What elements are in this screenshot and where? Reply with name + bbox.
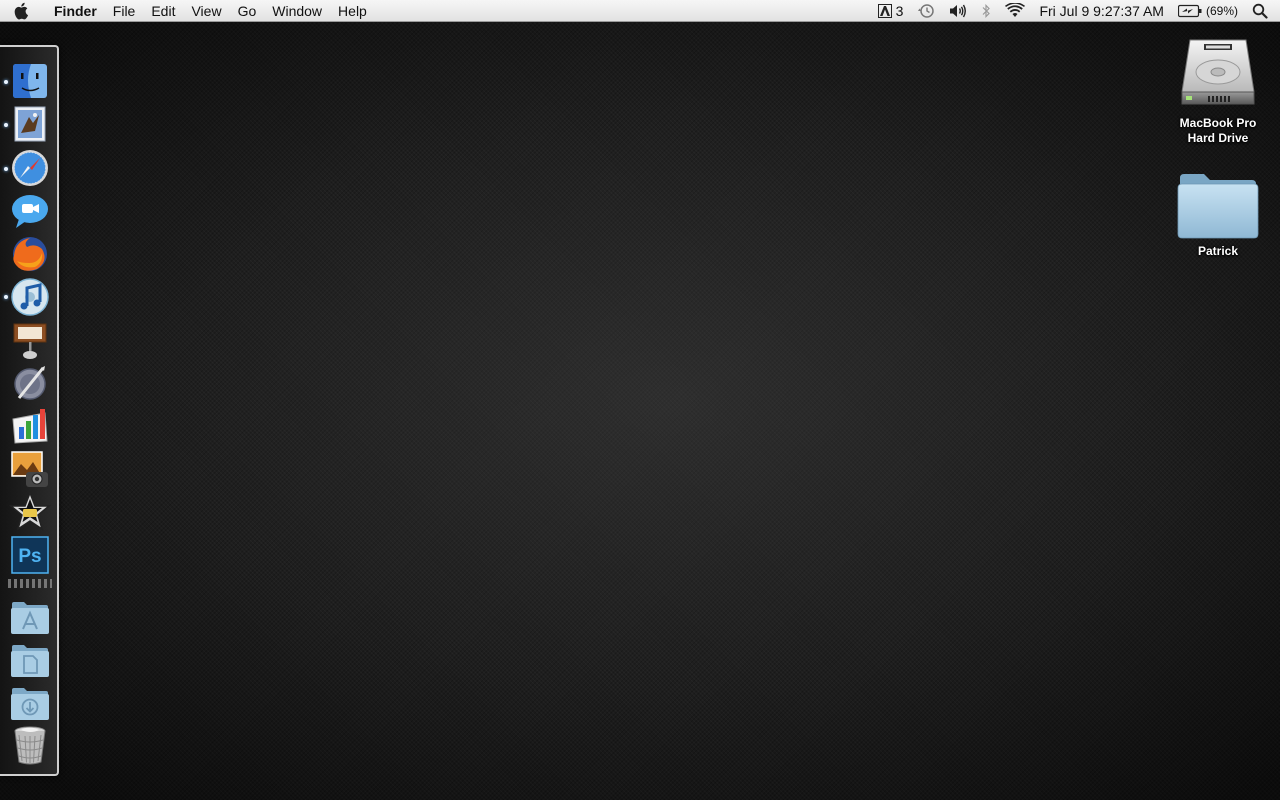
- battery-icon: [1177, 4, 1202, 17]
- safari-icon: [12, 150, 48, 186]
- trash-icon: [14, 726, 46, 765]
- adobe-update-count: 3: [895, 2, 904, 19]
- battery-percent: (69%): [1205, 3, 1238, 18]
- photoshop-icon: Ps: [11, 536, 49, 574]
- downloads-folder-icon: [11, 688, 49, 720]
- patrick-folder-label: Patrick: [1197, 244, 1239, 258]
- dock-item-documents-stack[interactable]: [9, 639, 51, 681]
- hard-drive-icon: [1181, 39, 1255, 105]
- apple-icon[interactable]: [0, 0, 44, 22]
- dock-item-safari[interactable]: [9, 147, 51, 189]
- dock-item-photoshop[interactable]: Ps: [9, 534, 51, 576]
- dock-item-ichat[interactable]: [9, 190, 51, 232]
- desktop-icon-hard-drive[interactable]: MacBook Pro Hard Drive: [1163, 32, 1273, 146]
- finder-icon: [13, 64, 47, 98]
- keynote-icon: [13, 323, 47, 359]
- hard-drive-label-line1: MacBook Pro: [1179, 116, 1257, 130]
- menu-view[interactable]: View: [183, 0, 229, 22]
- iphoto-icon: [11, 451, 48, 487]
- status-menus: 3 Fri Jul 9 9:27:37 AM (69%): [871, 0, 1280, 22]
- imovie-icon: [9, 491, 51, 531]
- applications-folder-icon: [11, 602, 49, 634]
- dock-item-applications-stack[interactable]: [9, 596, 51, 638]
- ichat-icon: [12, 195, 48, 228]
- adobe-updater-menu[interactable]: 3: [871, 0, 911, 22]
- running-indicator: [4, 295, 8, 299]
- menu-file[interactable]: File: [105, 0, 144, 22]
- itunes-icon: [11, 278, 49, 316]
- numbers-icon: [12, 409, 48, 444]
- dock-item-itunes[interactable]: [9, 276, 51, 318]
- menu-clock[interactable]: Fri Jul 9 9:27:37 AM: [1032, 0, 1171, 22]
- documents-folder-icon: [11, 645, 49, 677]
- wifi-icon[interactable]: [998, 0, 1032, 22]
- bluetooth-icon[interactable]: [974, 0, 998, 22]
- dock-item-downloads-stack[interactable]: [9, 682, 51, 724]
- running-indicator: [4, 123, 8, 127]
- battery-menu[interactable]: (69%): [1171, 0, 1245, 22]
- dock-item-trash[interactable]: [9, 724, 51, 766]
- menu-go[interactable]: Go: [230, 0, 265, 22]
- menu-bar: Finder File Edit View Go Window Help 3 F…: [0, 0, 1280, 22]
- dock-item-numbers[interactable]: [9, 405, 51, 447]
- volume-icon[interactable]: [942, 0, 974, 22]
- dock-item-script-editor[interactable]: [9, 362, 51, 404]
- dock-item-finder[interactable]: [9, 60, 51, 102]
- running-indicator: [4, 167, 8, 171]
- dock-item-keynote[interactable]: [9, 319, 51, 361]
- menu-app-finder[interactable]: Finder: [44, 0, 105, 22]
- time-machine-icon[interactable]: [910, 0, 942, 22]
- dock-item-iphoto[interactable]: [9, 448, 51, 490]
- folder-icon: [1177, 174, 1259, 239]
- hard-drive-label-line2: Hard Drive: [1187, 131, 1249, 145]
- menu-window[interactable]: Window: [264, 0, 330, 22]
- adobe-updater-icon: [877, 3, 892, 18]
- desktop-icon-patrick[interactable]: Patrick: [1163, 170, 1273, 259]
- hard-drive-label: MacBook Pro Hard Drive: [1180, 116, 1257, 146]
- firefox-icon: [13, 237, 47, 271]
- script-editor-icon: [14, 366, 46, 400]
- dock-item-firefox[interactable]: [9, 233, 51, 275]
- running-indicator: [4, 80, 8, 84]
- dock-separator: [8, 579, 52, 588]
- menu-edit[interactable]: Edit: [143, 0, 183, 22]
- menu-help[interactable]: Help: [330, 0, 375, 22]
- mail-icon: [14, 106, 46, 142]
- dock: Ps: [0, 45, 59, 776]
- dock-item-mail[interactable]: [9, 103, 51, 145]
- spotlight-icon[interactable]: [1245, 0, 1280, 22]
- dock-item-imovie[interactable]: [9, 491, 51, 533]
- photoshop-label: Ps: [18, 546, 41, 567]
